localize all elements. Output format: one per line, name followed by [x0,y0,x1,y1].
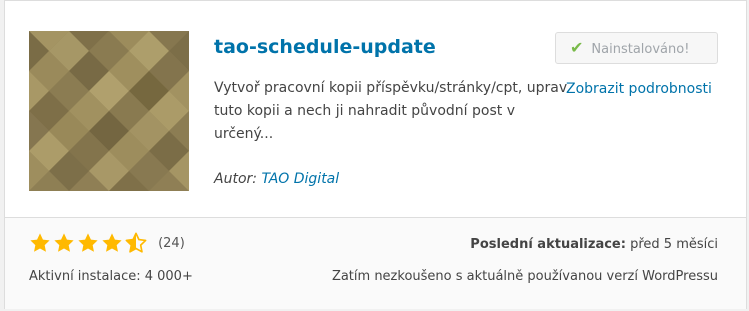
star-full-icon [102,233,122,252]
active-installs: Aktivní instalace: 4 000+ [29,269,193,284]
plugin-card-top: tao-schedule-update Vytvoř pracovní kopi… [5,1,746,217]
compatibility-notice: Zatím nezkoušeno s aktuálně používanou v… [331,269,718,284]
author-link[interactable]: TAO Digital [261,171,339,187]
last-updated-label: Poslední aktualizace: [470,237,626,252]
star-full-icon [78,233,98,252]
rating-count: (24) [158,235,185,251]
plugin-card-bottom [5,217,746,309]
plugin-description: Vytvoř pracovní kopii příspěvku/stránky/… [214,80,568,142]
author-label: Autor: [214,171,257,187]
last-updated: Poslední aktualizace: před 5 měsíci [470,237,718,252]
last-updated-value: před 5 měsíci [630,237,718,252]
star-half-icon [125,232,147,253]
plugin-author: Autor: TAO Digital [214,168,339,190]
installed-button[interactable]: ✔ Nainstalováno! [555,32,718,64]
star-rating: (24) [29,232,185,258]
star-full-icon [54,233,74,252]
checkmark-icon: ✔ [570,38,584,57]
more-details-link[interactable]: Zobrazit podrobnosti [566,81,712,97]
installed-label: Nainstalováno! [591,42,690,57]
plugin-title[interactable]: tao-schedule-update [214,33,436,61]
plugin-card: tao-schedule-update Vytvoř pracovní kopi… [4,0,747,309]
star-full-icon [30,233,50,252]
plugin-icon[interactable] [29,31,189,191]
